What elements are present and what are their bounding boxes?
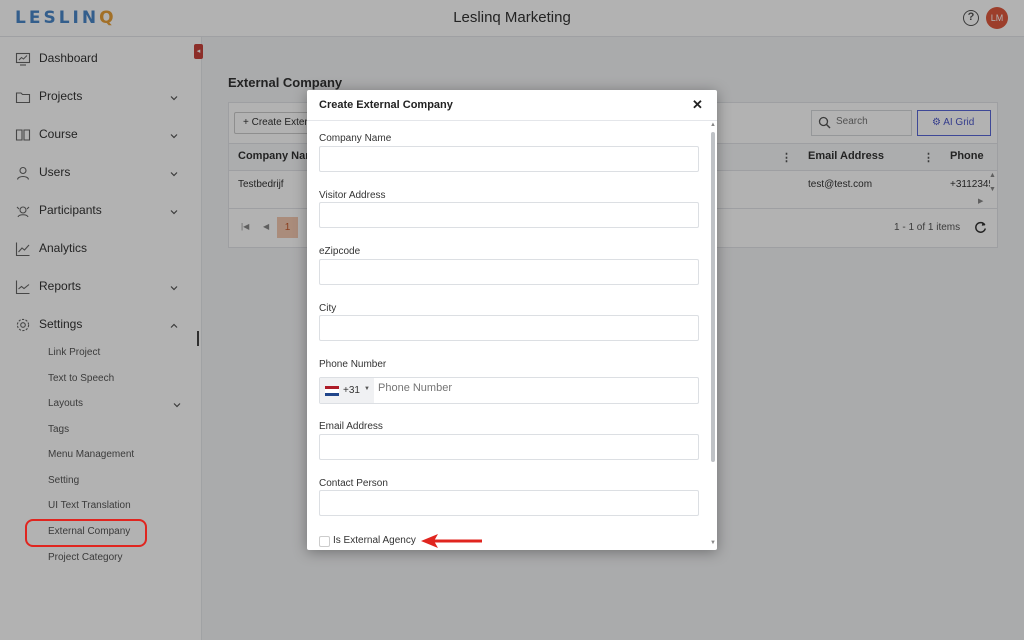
close-icon[interactable]: ✕ <box>692 97 703 113</box>
contact-person-label: Contact Person <box>319 478 388 489</box>
scroll-down-icon[interactable]: ▼ <box>710 540 716 546</box>
visitor-address-label: Visitor Address <box>319 190 386 201</box>
zipcode-field[interactable] <box>319 259 699 285</box>
is-external-agency-checkbox[interactable] <box>319 536 330 547</box>
is-external-agency-label: Is External Agency <box>333 535 416 546</box>
phone-number-field: +31 ▼ <box>319 377 699 404</box>
annotation-arrow-icon <box>421 534 482 548</box>
dialog-header: Create External Company ✕ <box>307 90 717 121</box>
netherlands-flag-icon <box>325 386 339 396</box>
company-name-label: Company Name <box>319 133 392 144</box>
annotation-highlight-ring <box>25 519 147 547</box>
dialog-scrollbar-thumb[interactable] <box>711 132 715 462</box>
company-name-field[interactable] <box>319 146 699 172</box>
city-label: City <box>319 303 337 314</box>
country-code-select[interactable]: +31 ▼ <box>320 378 374 403</box>
city-field[interactable] <box>319 315 699 341</box>
phone-number-input[interactable] <box>378 382 688 394</box>
visitor-address-field[interactable] <box>319 202 699 228</box>
scroll-up-icon[interactable]: ▲ <box>710 122 716 128</box>
create-external-company-dialog: Create External Company ✕ Company Name V… <box>307 90 717 550</box>
dialog-title: Create External Company <box>319 99 453 111</box>
phone-number-label: Phone Number <box>319 359 387 370</box>
email-address-field[interactable] <box>319 434 699 460</box>
dial-code: +31 <box>343 385 360 396</box>
email-address-label: Email Address <box>319 421 383 432</box>
contact-person-field[interactable] <box>319 490 699 516</box>
caret-down-icon: ▼ <box>364 386 370 392</box>
zipcode-label: eZipcode <box>319 246 361 257</box>
